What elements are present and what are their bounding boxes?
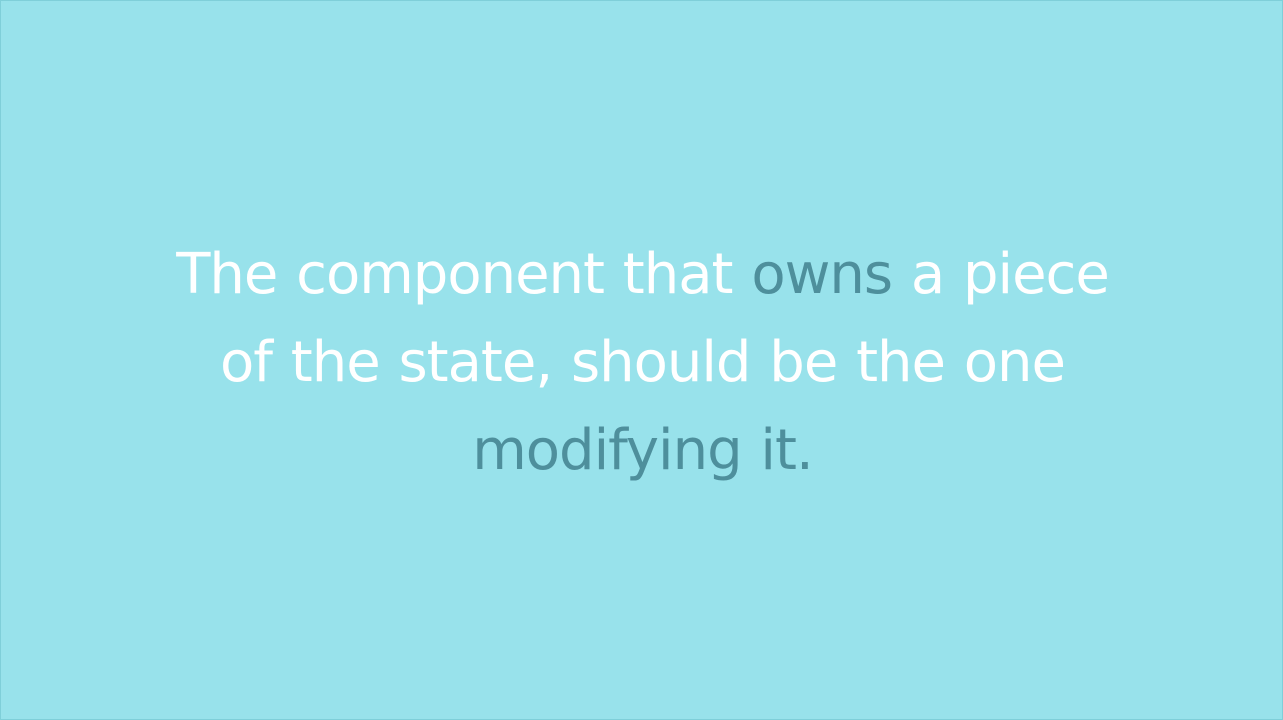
highlight-modifying: modifying <box>472 418 742 483</box>
slide-background: The component that owns a piece of the s… <box>0 0 1283 720</box>
quote-line-3-end: it. <box>741 418 813 483</box>
quote-line-1-end: a piece <box>892 242 1110 307</box>
quote-line-1-start: The component that <box>176 242 752 307</box>
quote-line-3: modifying it. <box>1 407 1283 495</box>
quote-line-1: The component that owns a piece <box>1 231 1283 319</box>
quote-line-2: of the state, should be the one <box>1 319 1283 407</box>
highlight-owns: owns <box>751 242 893 307</box>
quote-line-2-text: of the state, should be the one <box>220 330 1066 395</box>
quote-text: The component that owns a piece of the s… <box>1 231 1283 495</box>
